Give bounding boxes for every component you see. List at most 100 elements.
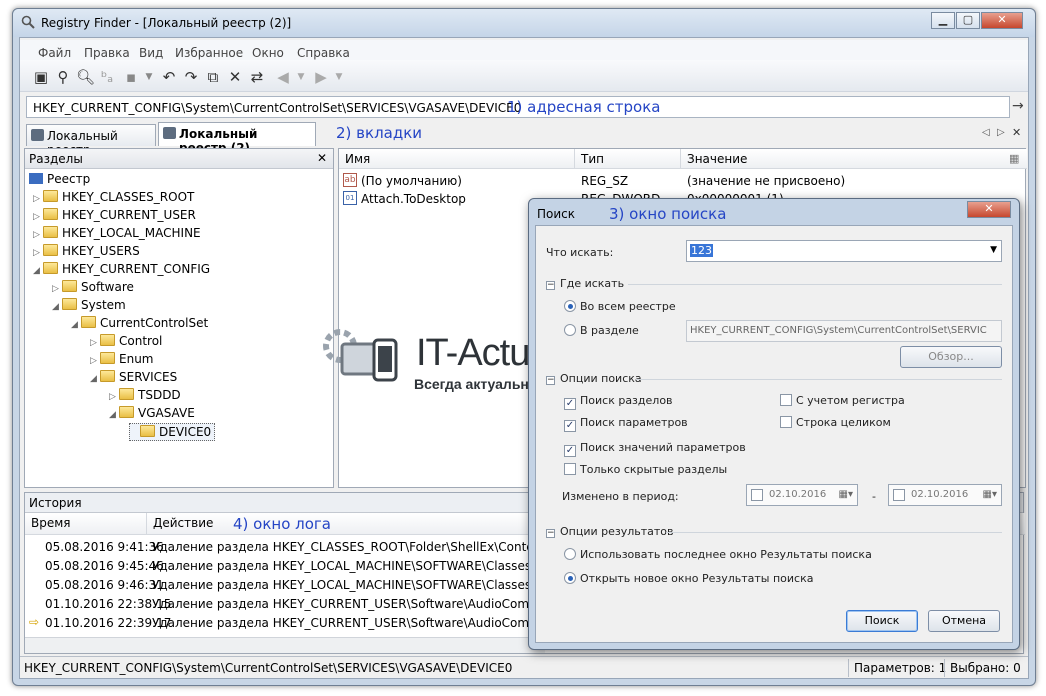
menu-view[interactable]: Вид (139, 46, 163, 60)
tab-close-icon[interactable]: ✕ (1012, 126, 1021, 139)
tree-item-control[interactable]: ▷ Control (90, 334, 162, 348)
menu-help[interactable]: Справка (297, 46, 350, 60)
tree-item-system[interactable]: ◢ System (52, 298, 126, 312)
checkbox-label: Поиск параметров (580, 416, 688, 429)
section-path-combo[interactable]: HKEY_CURRENT_CONFIG\System\CurrentContro… (686, 320, 1002, 342)
tree-title: Разделы (29, 152, 83, 166)
maximize-button[interactable]: ▢ (956, 12, 980, 29)
where-section-radio[interactable]: В разделе (564, 324, 639, 337)
history-row[interactable]: 05.08.2016 9:45:46 Удаление раздела HKEY_… (45, 559, 578, 573)
tree-item-hkcr[interactable]: ▷ HKEY_CLASSES_ROOT (33, 190, 194, 204)
opt-whole-checkbox[interactable]: Строка целиком (780, 416, 891, 429)
tree-item-hklm[interactable]: ▷ HKEY_LOCAL_MACHINE (33, 226, 201, 240)
col-type[interactable]: Тип (575, 149, 681, 169)
dialog-close-button[interactable]: ✕ (967, 201, 1011, 218)
go-arrow-icon[interactable]: → (1012, 98, 1024, 114)
status-separator (944, 659, 945, 677)
tab-local-registry-2[interactable]: Локальный реестр (2) (158, 122, 316, 155)
date-to-picker[interactable]: 02.10.2016 ▦▾ (888, 484, 1002, 506)
tree-label: HKEY_CLASSES_ROOT (62, 190, 195, 204)
menu-file[interactable]: Файл (38, 46, 71, 60)
tab-next-icon[interactable]: ▷ (997, 127, 1005, 138)
close-button[interactable]: ✕ (981, 12, 1023, 29)
search-input-value: 123 (690, 244, 713, 257)
address-bar[interactable]: HKEY_CURRENT_CONFIG\System\CurrentContro… (26, 96, 1010, 118)
menu-edit[interactable]: Правка (84, 46, 130, 60)
value-row[interactable]: ab (По умолчанию) REG_SZ (значение не пр… (343, 173, 1023, 191)
tree-item-services[interactable]: ◢ SERVICES (90, 370, 177, 384)
chevron-down-icon[interactable]: ▼ (990, 245, 997, 255)
browse-button[interactable]: Обзор... (900, 346, 1002, 368)
forward-icon[interactable]: ▶ (312, 68, 330, 86)
copy-icon[interactable]: ⧉ (204, 68, 222, 86)
status-selected: Выбрано: 0 (950, 661, 1021, 675)
collapse-icon[interactable]: − (546, 281, 555, 290)
history-row[interactable]: 01.10.2016 22:38:15 Удаление раздела HKEY… (45, 597, 561, 611)
checkbox-unchecked (780, 394, 792, 406)
menu-window[interactable]: Окно (252, 46, 284, 60)
search-button[interactable]: Поиск (846, 610, 918, 632)
opt-case-checkbox[interactable]: С учетом регистра (780, 394, 905, 407)
date-from-picker[interactable]: 02.10.2016 ▦▾ (746, 484, 858, 506)
col-name[interactable]: Имя (339, 149, 575, 169)
zoom-icon[interactable]: 🔍︎ (76, 68, 95, 86)
save-icon[interactable]: ▪ (122, 68, 140, 86)
open-registry-icon[interactable]: ▣ (32, 68, 50, 86)
folder-icon (43, 208, 58, 220)
undo-icon[interactable]: ↶ (160, 68, 178, 86)
save-dropdown-icon[interactable]: ▼ (140, 68, 158, 86)
cancel-button[interactable]: Отмена (928, 610, 1000, 632)
minimize-button[interactable]: ▁ (931, 12, 955, 29)
history-row[interactable]: 05.08.2016 9:46:31 Удаление раздела HKEY_… (45, 578, 575, 592)
collapse-icon[interactable]: − (546, 376, 555, 385)
address-value[interactable]: HKEY_CURRENT_CONFIG\System\CurrentContro… (33, 101, 521, 115)
col-time[interactable]: Время (25, 513, 147, 535)
forward-dropdown-icon[interactable]: ▼ (330, 68, 348, 86)
tree-item-tsddd[interactable]: ▷ TSDDD (109, 388, 181, 402)
tab-local-registry[interactable]: Локальный реестр (26, 124, 156, 157)
binary-value-icon: 01 (343, 191, 357, 205)
tree-item-enum[interactable]: ▷ Enum (90, 352, 153, 366)
calendar-icon[interactable]: ▦▾ (839, 489, 853, 500)
opt-sections-checkbox[interactable]: ✓ Поиск разделов (564, 394, 673, 410)
checkbox-unchecked (564, 463, 576, 475)
tree-item-hkcc[interactable]: ◢ HKEY_CURRENT_CONFIG (33, 262, 210, 276)
tree-item-hkcu[interactable]: ▷ HKEY_CURRENT_USER (33, 208, 196, 222)
opt-hidden-checkbox[interactable]: Только скрытые разделы (564, 463, 727, 476)
history-hscrollbar[interactable] (25, 637, 545, 653)
tree-close-icon[interactable]: ✕ (317, 151, 327, 165)
tree-label: Реестр (47, 172, 91, 186)
back-icon[interactable]: ◀ (274, 68, 292, 86)
tree-item-currentcontrolset[interactable]: ◢ CurrentControlSet (71, 316, 208, 330)
where-all-radio[interactable]: Во всем реестре (564, 300, 676, 313)
back-dropdown-icon[interactable]: ▼ (292, 68, 310, 86)
tab-prev-icon[interactable]: ◁ (982, 127, 990, 138)
delete-icon[interactable]: ✕ (226, 68, 244, 86)
history-time: 05.08.2016 9:46:31 (45, 578, 164, 592)
tree-item-device0[interactable]: DEVICE0 (129, 423, 216, 441)
search-icon[interactable]: ⚲ (54, 68, 72, 86)
replace-icon[interactable]: ᵇₐ (98, 68, 116, 86)
refresh-icon[interactable]: ⇄ (248, 68, 266, 86)
search-input[interactable]: 123 ▼ (686, 240, 1002, 262)
col-value[interactable]: Значение (681, 149, 1027, 169)
opt-params-checkbox[interactable]: ✓ Поиск параметров (564, 416, 688, 432)
menu-favorites[interactable]: Избранное (175, 46, 243, 60)
opt-values-checkbox[interactable]: ✓ Поиск значений параметров (564, 441, 746, 457)
checkbox-unchecked[interactable] (893, 489, 905, 501)
redo-icon[interactable]: ↷ (182, 68, 200, 86)
res-new-radio[interactable]: Открыть новое окно Результаты поиска (564, 572, 813, 585)
res-last-radio[interactable]: Использовать последнее окно Результаты п… (564, 548, 872, 561)
tree-item-vgasave[interactable]: ◢ VGASAVE (109, 406, 195, 420)
calendar-icon[interactable]: ▦▾ (983, 489, 997, 500)
history-row[interactable]: 01.10.2016 22:39:17 Удаление раздела HKEY… (45, 616, 537, 630)
folder-icon (43, 244, 58, 256)
tree-root[interactable]: Реестр (29, 172, 90, 186)
history-row[interactable]: 05.08.2016 9:41:36 Удаление раздела HKEY_… (45, 540, 587, 554)
radio-label: Открыть новое окно Результаты поиска (580, 572, 814, 585)
collapse-icon[interactable]: − (546, 529, 555, 538)
tree-item-hku[interactable]: ▷ HKEY_USERS (33, 244, 140, 258)
checkbox-unchecked[interactable] (751, 489, 763, 501)
tree-item-software[interactable]: ▷ Software (52, 280, 134, 294)
columns-chooser-icon[interactable]: ▦ (1009, 152, 1019, 165)
